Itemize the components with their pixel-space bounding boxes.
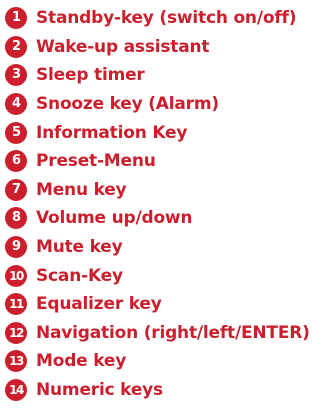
- legend-item-label: Snooze key (Alarm): [36, 94, 219, 115]
- number-badge: 3: [5, 64, 27, 87]
- legend-item-label: Standby-key (switch on/off): [36, 8, 297, 29]
- number-badge: 11: [5, 293, 27, 316]
- number-badge: 4: [5, 93, 27, 116]
- legend-item-label: Navigation (right/left/ENTER): [36, 322, 310, 343]
- legend-item-label: Sleep timer: [36, 65, 145, 86]
- legend-item: 11 Equalizer key: [5, 290, 322, 319]
- legend-item: 3 Sleep timer: [5, 61, 322, 90]
- number-badge: 1: [5, 7, 27, 30]
- number-badge: 12: [5, 321, 27, 344]
- number-badge: 14: [5, 379, 27, 402]
- number-badge: 6: [5, 150, 27, 173]
- legend-item: 8 Volume up/down: [5, 204, 322, 233]
- legend-item: 13 Mode key: [5, 347, 322, 376]
- legend-item-label: Volume up/down: [36, 208, 193, 229]
- key-legend-list: 1 Standby-key (switch on/off) 2 Wake-up …: [5, 4, 322, 404]
- number-badge: 2: [5, 35, 27, 58]
- legend-item: 14 Numeric keys: [5, 376, 322, 405]
- number-badge: 13: [5, 350, 27, 373]
- legend-item: 7 Menu key: [5, 176, 322, 205]
- number-badge: 8: [5, 207, 27, 230]
- legend-item-label: Wake-up assistant: [36, 36, 210, 57]
- legend-item-label: Information Key: [36, 122, 188, 143]
- legend-item-label: Preset-Menu: [36, 151, 156, 172]
- number-badge: 5: [5, 121, 27, 144]
- legend-item: 10 Scan-Key: [5, 261, 322, 290]
- number-badge: 9: [5, 236, 27, 259]
- legend-item-label: Mute key: [36, 237, 123, 258]
- legend-item: 1 Standby-key (switch on/off): [5, 4, 322, 33]
- legend-item: 5 Information Key: [5, 118, 322, 147]
- legend-item: 6 Preset-Menu: [5, 147, 322, 176]
- number-badge: 7: [5, 178, 27, 201]
- legend-item-label: Scan-Key: [36, 265, 123, 286]
- legend-item: 12 Navigation (right/left/ENTER): [5, 319, 322, 348]
- legend-item: 9 Mute key: [5, 233, 322, 262]
- legend-item-label: Numeric keys: [36, 380, 163, 401]
- legend-item: 4 Snooze key (Alarm): [5, 90, 322, 119]
- legend-item-label: Mode key: [36, 351, 127, 372]
- legend-item: 2 Wake-up assistant: [5, 33, 322, 62]
- legend-item-label: Equalizer key: [36, 294, 162, 315]
- number-badge: 10: [5, 264, 27, 287]
- legend-item-label: Menu key: [36, 179, 127, 200]
